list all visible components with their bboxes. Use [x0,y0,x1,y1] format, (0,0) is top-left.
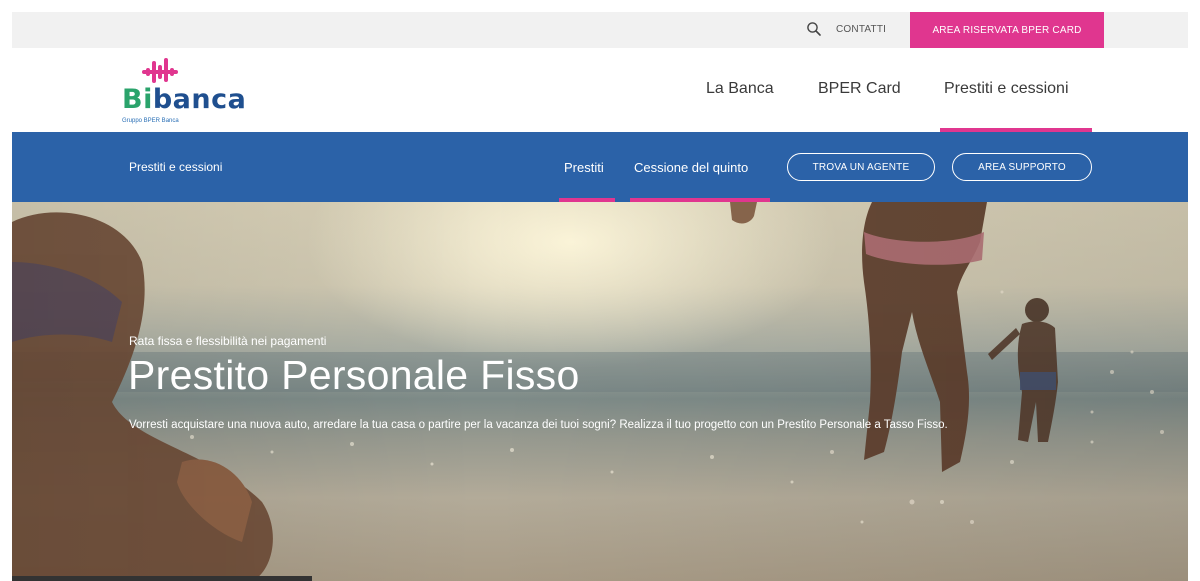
logo-group-line: Gruppo BPER Banca [122,118,179,124]
logo-wordmark: Bibanca [122,84,247,115]
hero-bottom-bar [12,576,312,581]
contatti-link[interactable]: CONTATTI [836,24,886,35]
hero-banner: Rata fissa e flessibilità nei pagamenti … [12,202,1188,581]
main-header: Bibanca Gruppo BPER Banca La Banca BPER … [12,48,1188,132]
sub-nav-link-cessione-del-quinto[interactable]: Cessione del quinto [634,160,748,175]
search-icon[interactable] [806,21,822,37]
logo-mark-icon [142,58,178,83]
page: CONTATTI AREA RISERVATA BPER CARD Bibanc… [12,12,1188,581]
hero-title: Prestito Personale Fisso [128,352,580,398]
hero-description: Vorresti acquistare una nuova auto, arre… [129,419,948,431]
bibanca-logo[interactable]: Bibanca Gruppo BPER Banca [122,56,252,126]
nav-item-bper-card[interactable]: BPER Card [818,80,901,98]
sub-nav: Prestiti e cessioni Prestiti Cessione de… [12,132,1188,202]
area-supporto-button[interactable]: AREA SUPPORTO [952,153,1092,181]
sub-nav-section-title: Prestiti e cessioni [129,160,223,174]
utility-bar: CONTATTI AREA RISERVATA BPER CARD [12,12,1188,48]
sub-nav-link-prestiti[interactable]: Prestiti [564,160,604,175]
hero-kicker: Rata fissa e flessibilità nei pagamenti [129,334,327,348]
nav-item-la-banca[interactable]: La Banca [706,80,774,98]
trova-un-agente-button[interactable]: TROVA UN AGENTE [787,153,935,181]
nav-item-prestiti-e-cessioni[interactable]: Prestiti e cessioni [944,80,1069,98]
area-riservata-button[interactable]: AREA RISERVATA BPER CARD [910,12,1104,48]
